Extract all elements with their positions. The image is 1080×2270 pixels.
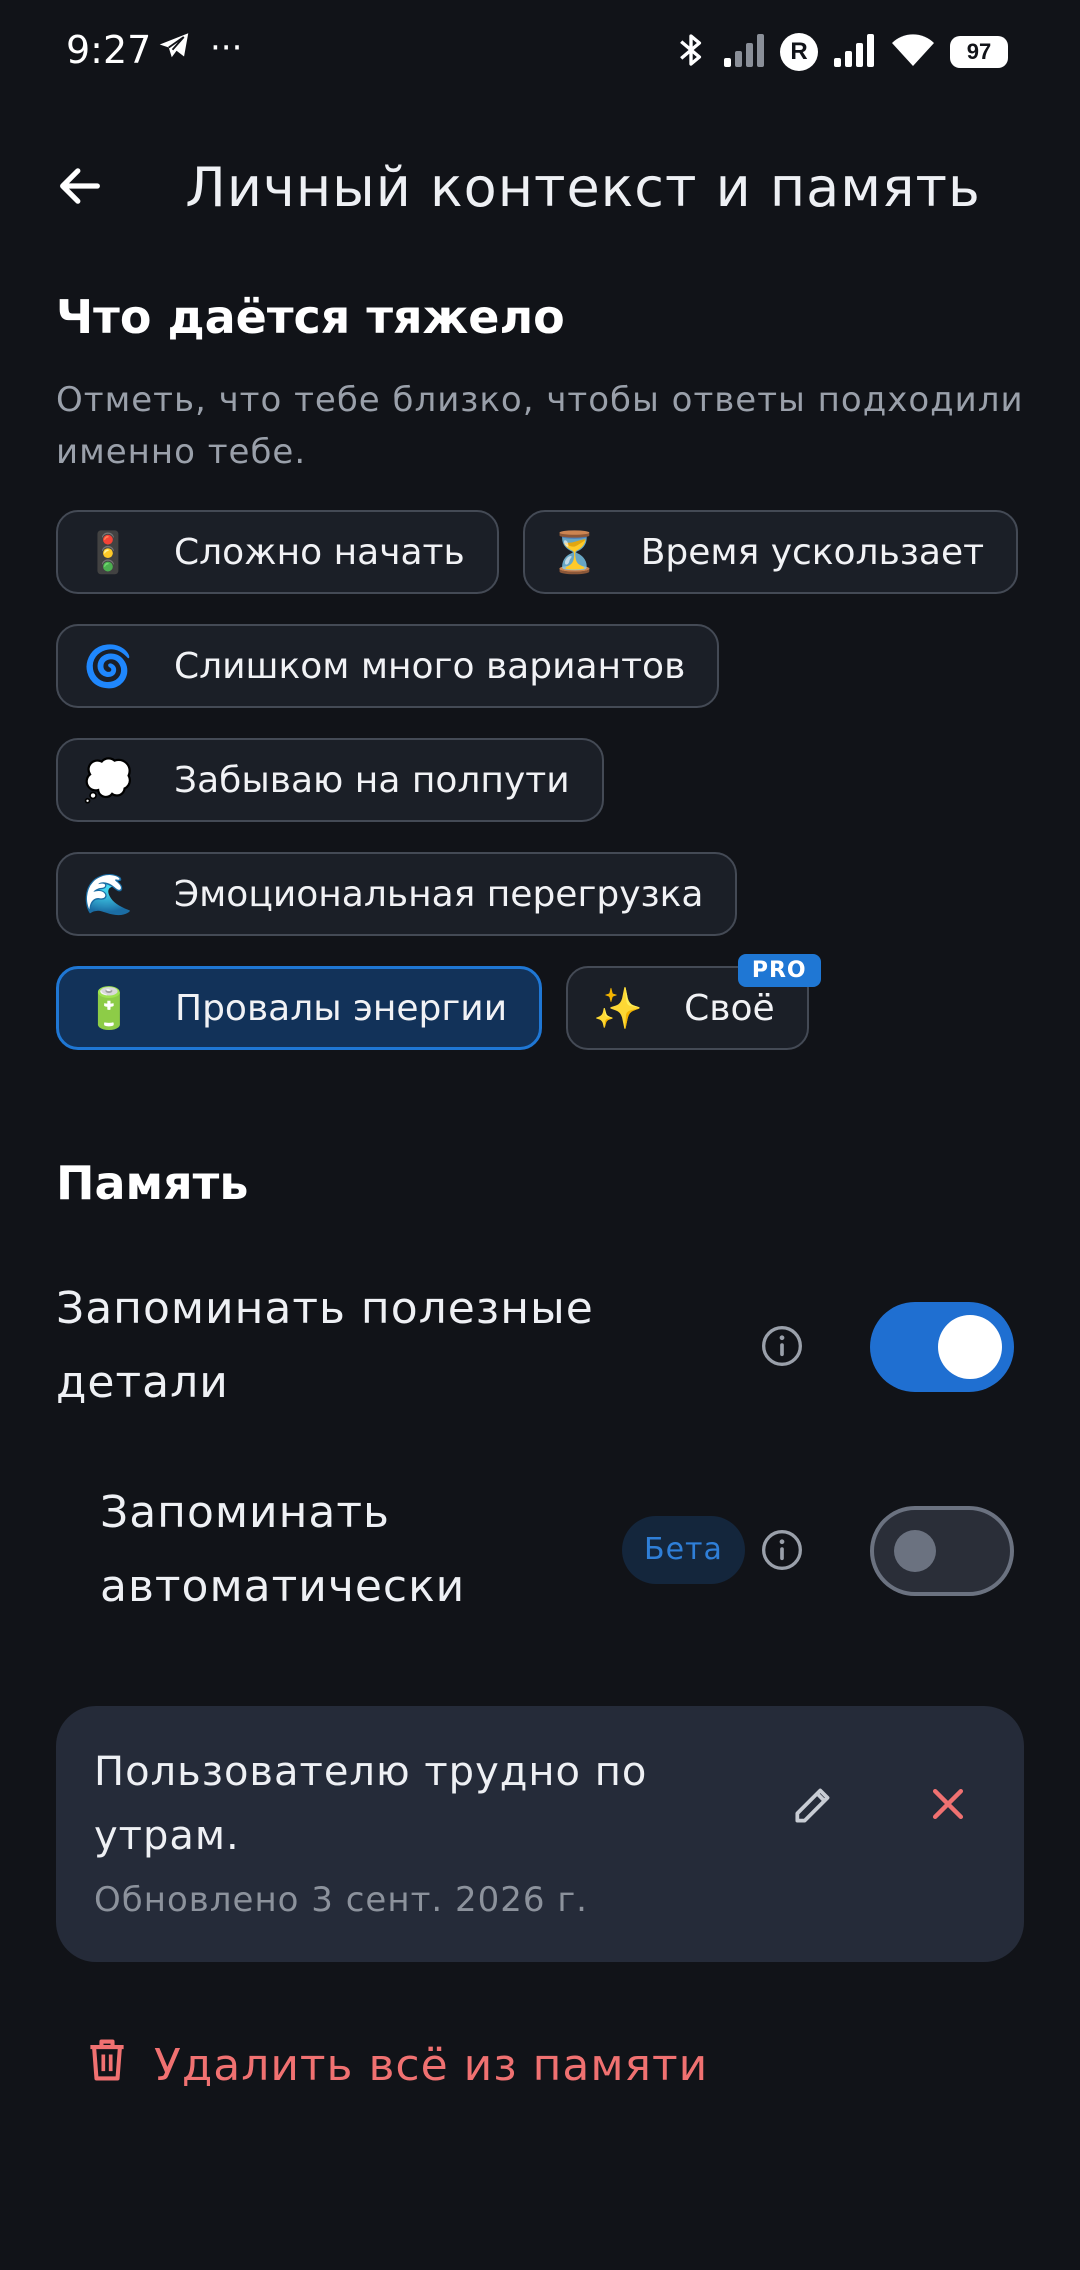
traffic-light-icon: 🚦: [83, 529, 133, 576]
trash-icon: [86, 2036, 128, 2095]
battery-indicator: 97: [950, 36, 1008, 68]
delete-memory-button[interactable]: [908, 1766, 988, 1846]
close-icon: [926, 1782, 970, 1830]
remember-details-label: Запоминать полезные детали: [56, 1283, 594, 1408]
struggle-chips: 🚦 Сложно начать ⏳ Время ускользает 🌀 Сли…: [56, 510, 1036, 1050]
chip-time-slips[interactable]: ⏳ Время ускользает: [522, 510, 1019, 594]
struggles-hint: Отметь, что тебе близко, чтобы ответы по…: [56, 380, 1024, 472]
chip-energy-dips[interactable]: 🔋 Провалы энергии: [56, 966, 543, 1050]
chip-label: Слишком много вариантов: [174, 645, 686, 687]
pencil-icon: [789, 1779, 839, 1833]
battery-icon: 🔋: [84, 985, 134, 1032]
thought-bubble-icon: 💭: [83, 757, 133, 804]
beta-badge: Бета: [622, 1516, 745, 1584]
signal-icon: [832, 32, 876, 72]
remember-details-toggle[interactable]: [870, 1302, 1014, 1392]
page-title: Личный контекст и память: [185, 156, 981, 219]
info-icon[interactable]: [758, 1526, 806, 1574]
remember-auto-label: Запоминать автоматически: [100, 1487, 466, 1612]
status-right-icons: R 97: [674, 24, 1008, 80]
memory-item-card: Пользователю трудно по утрам. Обновлено …: [56, 1706, 1024, 1962]
signal-dim-icon: [722, 32, 766, 72]
sparkles-icon: ✨: [593, 985, 644, 1032]
chip-label: Забываю на полпути: [174, 759, 570, 801]
roaming-icon: R: [780, 33, 818, 71]
toggle-knob: [894, 1530, 936, 1572]
chip-custom[interactable]: ✨ Своё PRO: [566, 954, 821, 1050]
info-icon[interactable]: [758, 1322, 806, 1370]
remember-auto-toggle[interactable]: [870, 1506, 1014, 1596]
bluetooth-icon: [674, 29, 708, 75]
toggle-knob: [938, 1315, 1002, 1379]
chip-hard-to-start[interactable]: 🚦 Сложно начать: [56, 510, 499, 594]
memory-item-updated: Обновлено 3 сент. 2026 г.: [94, 1880, 588, 1920]
chip-label: Провалы энергии: [175, 987, 508, 1029]
chip-label: Эмоциональная перегрузка: [174, 873, 704, 915]
cyclone-icon: 🌀: [83, 643, 133, 690]
wave-icon: 🌊: [83, 871, 133, 918]
struggles-section-title: Что даётся тяжело: [56, 290, 565, 344]
memory-section-title: Память: [56, 1156, 249, 1210]
hourglass-icon: ⏳: [549, 529, 600, 576]
chip-label: Сложно начать: [174, 531, 465, 573]
status-left-icons: ···: [156, 28, 242, 68]
telegram-icon: [156, 28, 192, 68]
status-time: 9:27: [66, 28, 152, 72]
edit-memory-button[interactable]: [774, 1766, 854, 1846]
pro-badge: PRO: [737, 954, 821, 987]
delete-all-memory-button[interactable]: Удалить всё из памяти: [86, 2036, 708, 2095]
delete-all-label: Удалить всё из памяти: [154, 2040, 709, 2091]
chip-label: Своё: [684, 987, 775, 1029]
wifi-icon: [890, 32, 936, 72]
chip-too-many-options[interactable]: 🌀 Слишком много вариантов: [56, 624, 720, 708]
chip-emotional-overload[interactable]: 🌊 Эмоциональная перегрузка: [56, 852, 738, 936]
memory-item-text: Пользователю трудно по утрам.: [94, 1749, 648, 1859]
more-notifications-icon: ···: [210, 28, 243, 68]
chip-forget-halfway[interactable]: 💭 Забываю на полпути: [56, 738, 604, 822]
chip-label: Время ускользает: [640, 531, 985, 573]
